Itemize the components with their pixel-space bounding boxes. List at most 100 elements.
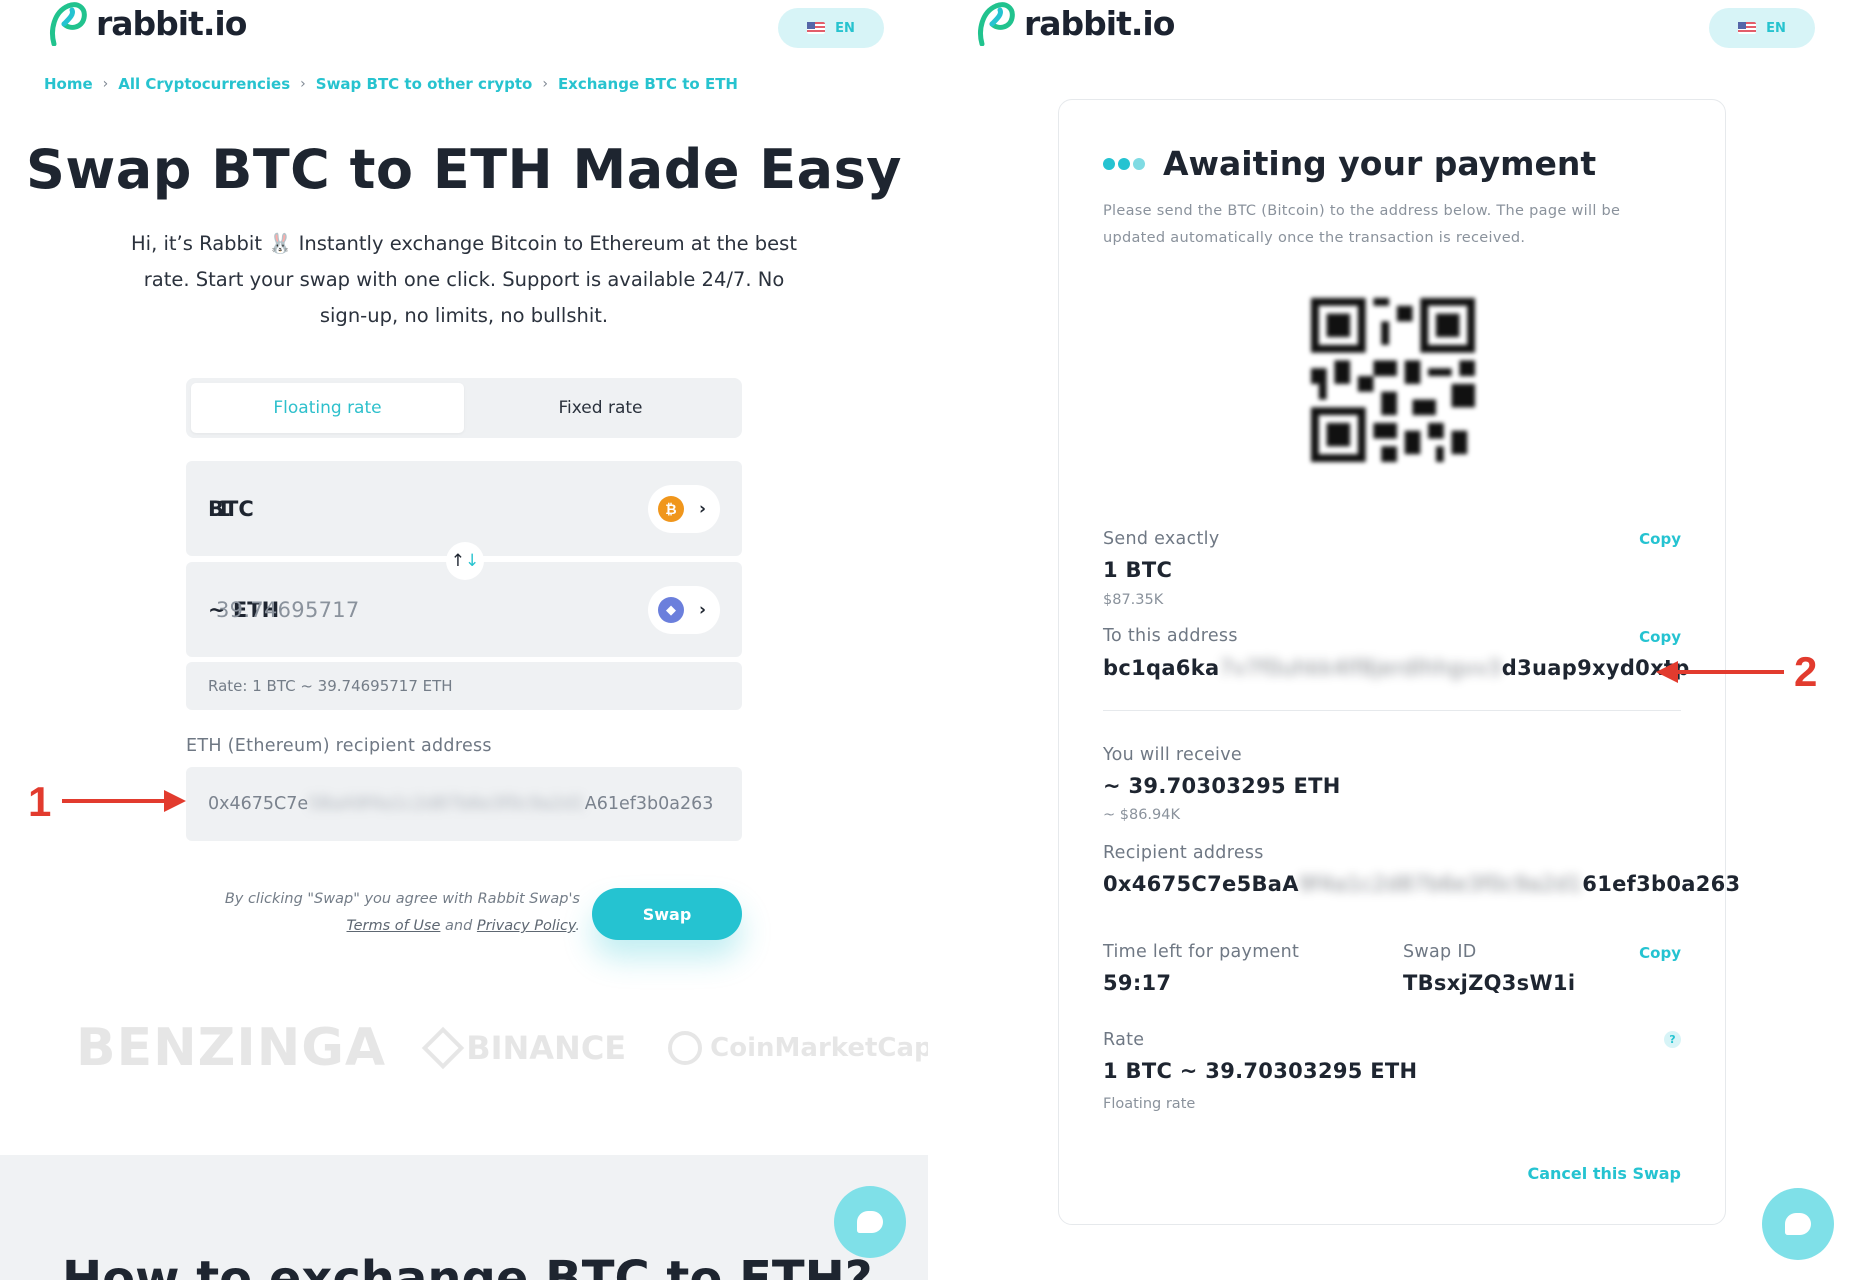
recipient-address-start: 0x4675C7e — [208, 794, 309, 814]
recipient-address-end: 61ef3b0a263 — [1582, 872, 1741, 896]
swap-id-value: TBsxjZQ3sW1i — [1403, 971, 1576, 995]
rate-value: 1 BTC ~ 39.70303295 ETH — [1103, 1059, 1418, 1083]
annotation-label-2: 2 — [1794, 648, 1818, 695]
breadcrumb-swap-btc[interactable]: Swap BTC to other crypto — [316, 75, 533, 93]
rabbit-logo-icon — [50, 2, 87, 46]
deposit-address-start: bc1qa6ka — [1103, 656, 1220, 680]
how-to-section: How to exchange BTC to ETH? — [0, 1155, 928, 1280]
terms-of-use-link[interactable]: Terms of Use — [347, 918, 441, 934]
loading-dots-icon — [1103, 157, 1145, 170]
you-will-receive-label: You will receive — [1103, 745, 1242, 765]
recipient-address-label: ETH (Ethereum) recipient address — [186, 736, 492, 756]
binance-text: BINANCE — [466, 1029, 627, 1067]
payment-page: rabbit.io EN Awaiting your payment Pleas… — [928, 0, 1858, 1280]
chevron-right-icon: › — [542, 76, 548, 92]
how-to-heading: How to exchange BTC to ETH? — [62, 1251, 873, 1280]
you-will-receive-usd: ~ $86.94K — [1103, 807, 1181, 823]
rabbit-logo-icon — [978, 2, 1015, 46]
brand-name: rabbit.io — [1024, 3, 1175, 43]
annotation-label-1: 1 — [28, 778, 52, 825]
chat-bubble-icon — [1785, 1213, 1811, 1235]
recipient-address-blurred: 9f4a1c2d87b6e3f0c9a2d1 — [1298, 872, 1583, 896]
deposit-address[interactable]: bc1qa6ka7v7f0uhkk4lf8jerdlhhgvv3d3uap9xy… — [1103, 656, 1690, 680]
swap-button[interactable]: Swap — [592, 888, 742, 940]
rate-type-tabs: Floating rate Fixed rate — [186, 378, 742, 438]
coinmarketcap-text: CoinMarketCap — [710, 1033, 928, 1063]
copy-amount-button[interactable]: Copy — [1639, 530, 1681, 548]
receive-currency-selector[interactable]: ◆ › — [648, 586, 720, 634]
recipient-address-label: Recipient address — [1103, 843, 1264, 863]
status-description: Please send the BTC (Bitcoin) to the add… — [1103, 203, 1621, 246]
terms-notice: By clicking "Swap" you agree with Rabbit… — [200, 886, 580, 940]
exchange-page: rabbit.io EN Home › All Cryptocurrencies… — [0, 0, 928, 1280]
rate-info: Rate: 1 BTC ~ 39.74695717 ETH — [186, 662, 742, 710]
chat-button[interactable] — [1762, 1188, 1834, 1260]
cancel-swap-link[interactable]: Cancel this Swap — [1528, 1164, 1682, 1183]
page-title: Swap BTC to ETH Made Easy — [26, 138, 902, 201]
coinmarketcap-logo: CoinMarketCap — [668, 1031, 928, 1065]
help-icon[interactable]: ? — [1664, 1031, 1681, 1048]
receive-amount-value: 39.74695717 — [216, 597, 360, 622]
send-exactly-usd: $87.35K — [1103, 592, 1164, 608]
send-exactly-label: Send exactly — [1103, 529, 1220, 549]
recipient-address-end: A61ef3b0a263 — [584, 794, 714, 814]
copy-address-button[interactable]: Copy — [1639, 628, 1681, 646]
partner-logos: BENZINGA BINANCE CoinMarketCap — [76, 1018, 928, 1078]
privacy-policy-link[interactable]: Privacy Policy — [477, 918, 575, 934]
ethereum-icon: ◆ — [658, 597, 684, 623]
tab-fixed-rate[interactable]: Fixed rate — [464, 383, 737, 433]
us-flag-icon — [1738, 22, 1757, 34]
benzinga-logo: BENZINGA — [76, 1018, 387, 1078]
status-header: Awaiting your payment — [1103, 144, 1596, 183]
binance-logo: BINANCE — [421, 1026, 627, 1070]
bitcoin-icon: ₿ — [658, 496, 684, 522]
breadcrumb-all-cryptocurrencies[interactable]: All Cryptocurrencies — [118, 75, 290, 93]
recipient-address-input[interactable]: 0x4675C7e 5BaA9f4a1c2d87b6e3f0c9a2d1 A61ef… — [186, 767, 742, 841]
recipient-address-blurred: 5BaA9f4a1c2d87b6e3f0c9a2d1 — [308, 794, 585, 814]
breadcrumb-exchange-btc-eth[interactable]: Exchange BTC to ETH — [558, 75, 738, 93]
time-left-label: Time left for payment — [1103, 942, 1300, 962]
qr-code — [1311, 298, 1475, 462]
tab-floating-rate[interactable]: Floating rate — [191, 383, 464, 433]
copy-swap-id-button[interactable]: Copy — [1639, 944, 1681, 962]
chevron-right-icon: › — [300, 76, 306, 92]
send-exactly-value: 1 BTC — [1103, 558, 1173, 582]
chevron-right-icon: › — [698, 600, 706, 620]
rate-text: Rate: 1 BTC ~ 39.74695717 ETH — [208, 677, 453, 695]
status-title: Awaiting your payment — [1163, 144, 1597, 183]
chevron-right-icon: › — [102, 76, 109, 92]
send-amount-value[interactable]: 1 — [216, 497, 231, 521]
terms-prefix: By clicking "Swap" you agree with Rabbit… — [224, 891, 580, 907]
brand-name: rabbit.io — [96, 3, 247, 43]
payment-card: Awaiting your payment Please send the BT… — [1058, 99, 1740, 1225]
to-address-label: To this address — [1103, 626, 1238, 646]
swap-direction-button[interactable]: ↑ ↓ — [446, 542, 484, 580]
recipient-address-start: 0x4675C7e5BaA — [1103, 872, 1299, 896]
divider — [1103, 710, 1681, 711]
breadcrumb-home[interactable]: Home — [44, 75, 93, 93]
terms-and: and — [445, 918, 473, 934]
coinmarketcap-icon — [668, 1031, 703, 1065]
rabbit-logo[interactable]: rabbit.io — [44, 0, 247, 46]
chat-bubble-icon — [857, 1211, 883, 1233]
breadcrumb: Home › All Cryptocurrencies › Swap BTC t… — [44, 75, 738, 93]
swap-id-label: Swap ID — [1403, 942, 1477, 962]
language-selector[interactable]: EN — [778, 8, 884, 48]
language-label: EN — [1766, 20, 1786, 36]
page-description: Hi, it’s Rabbit 🐰 Instantly exchange Bit… — [131, 232, 797, 327]
rate-type: Floating rate — [1103, 1096, 1196, 1112]
send-currency-selector[interactable]: ₿ › — [648, 485, 720, 533]
deposit-address-blurred: 7v7f0uhkk4lf8jerdlhhgvv3 — [1219, 656, 1502, 680]
language-selector[interactable]: EN — [1709, 8, 1815, 48]
time-left-value: 59:17 — [1103, 971, 1172, 995]
binance-diamond-icon — [421, 1026, 465, 1070]
terms-suffix: . — [575, 918, 580, 934]
us-flag-icon — [807, 22, 826, 34]
rate-label: Rate — [1103, 1030, 1145, 1050]
you-will-receive-value: ~ 39.70303295 ETH — [1103, 774, 1341, 798]
recipient-address-value: 0x4675C7e5BaA9f4a1c2d87b6e3f0c9a2d161ef3… — [1103, 872, 1740, 896]
rabbit-logo[interactable]: rabbit.io — [972, 0, 1175, 46]
chevron-right-icon: › — [698, 499, 706, 519]
chat-button[interactable] — [834, 1186, 906, 1258]
arrow-down-icon: ↓ — [465, 551, 480, 571]
